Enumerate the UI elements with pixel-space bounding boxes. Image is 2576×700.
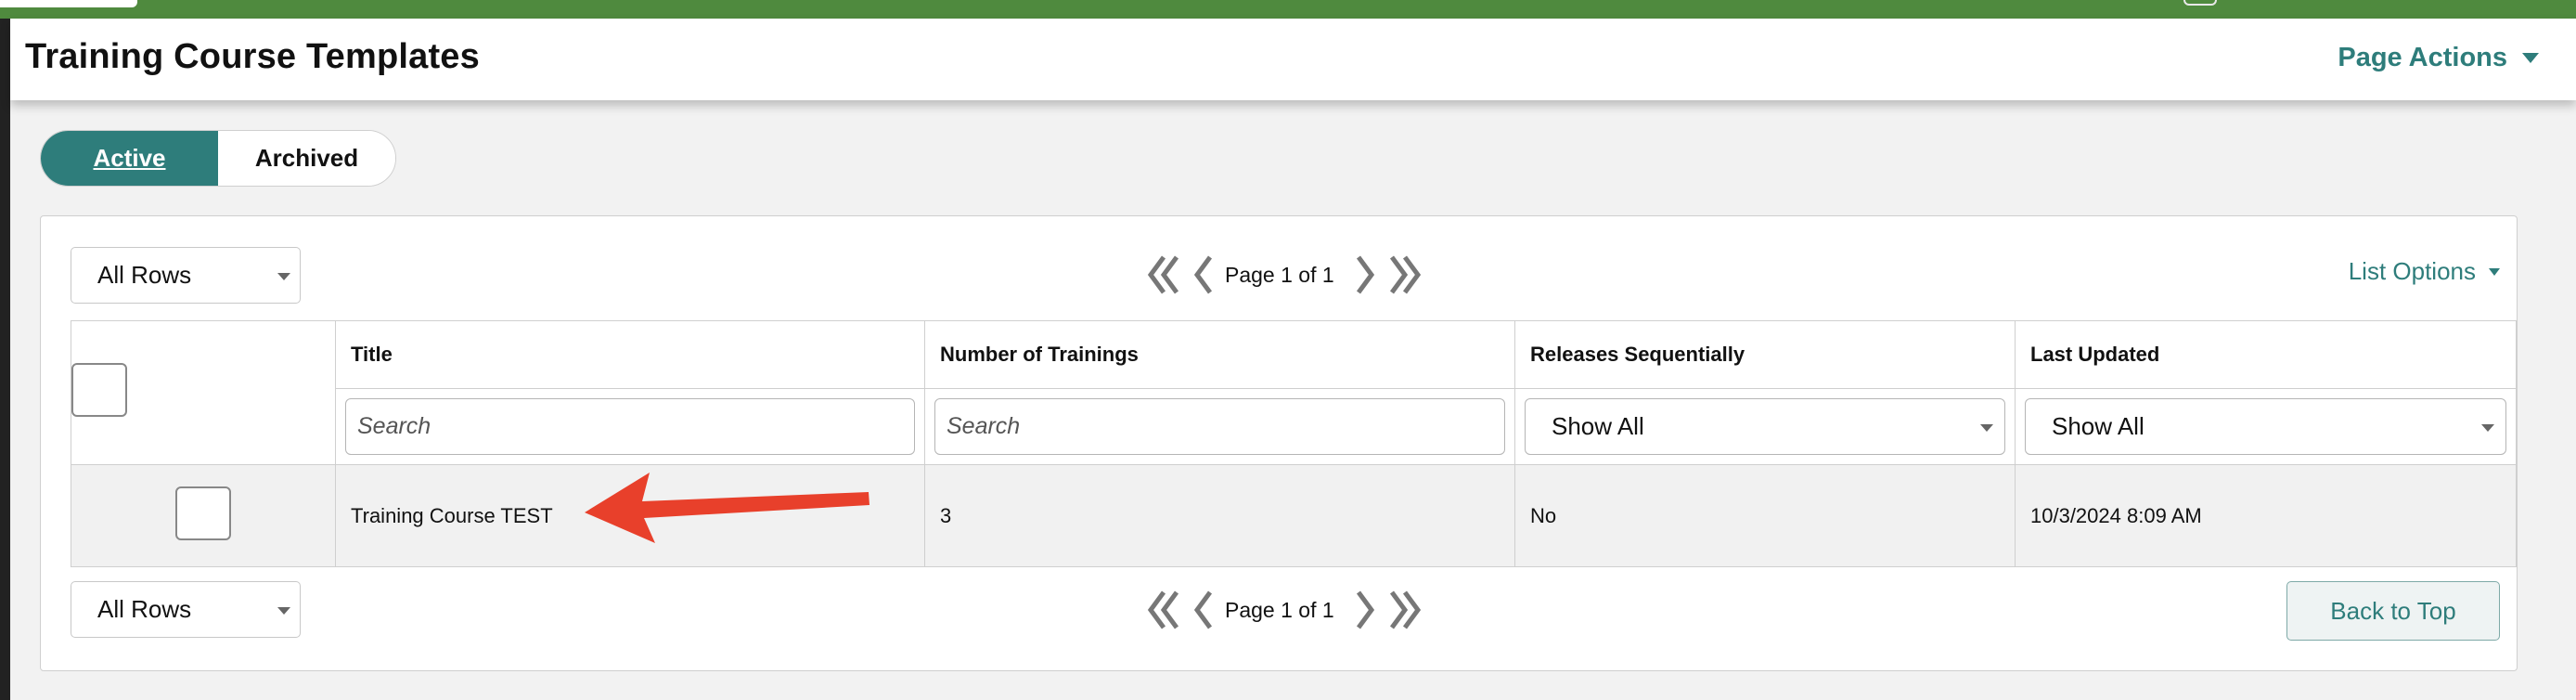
chevron-left-icon <box>1193 255 1213 294</box>
last-updated-filter-select[interactable]: Show All <box>2025 398 2506 455</box>
page-header: Training Course Templates Page Actions <box>10 19 2576 100</box>
chevron-right-icon <box>1356 255 1374 294</box>
next-page-button[interactable] <box>1355 589 1377 631</box>
left-rail <box>0 0 10 700</box>
dropdown-arrow-icon <box>2481 424 2494 432</box>
filter-row: Show All Show All <box>71 388 2517 465</box>
list-panel: All Rows Page 1 of 1 List Options Title … <box>40 215 2518 671</box>
table-row[interactable]: Training Course TEST 3 No 10/3/2024 8:09… <box>71 464 2517 567</box>
user-avatar-icon[interactable] <box>2183 0 2217 6</box>
last-updated-filter-cell: Show All <box>2015 388 2517 465</box>
top-nav-bar <box>0 0 2576 19</box>
column-header-releases-sequentially[interactable]: Releases Sequentially <box>1514 320 2016 389</box>
double-chevron-left-icon <box>1147 590 1179 629</box>
select-all-cell <box>71 320 336 465</box>
title-filter-cell <box>335 388 925 465</box>
last-page-button[interactable] <box>1386 253 1423 296</box>
trainings-filter-cell <box>924 388 1515 465</box>
previous-page-button[interactable] <box>1191 589 1214 631</box>
releases-filter-cell: Show All <box>1514 388 2016 465</box>
pagination-top: Page 1 of 1 <box>1145 253 1423 296</box>
chevron-down-icon <box>2489 267 2500 276</box>
row-select-cell <box>71 464 336 567</box>
releases-filter-select[interactable]: Show All <box>1525 398 2005 455</box>
pagination-bottom: Page 1 of 1 <box>1145 589 1423 631</box>
releases-filter-value: Show All <box>1552 412 1644 440</box>
trainings-search-input[interactable] <box>934 398 1505 455</box>
list-options-menu[interactable]: List Options <box>2349 257 2500 286</box>
red-arrow-annotation-icon <box>585 473 869 543</box>
rows-per-page-select-top[interactable]: All Rows <box>71 247 301 304</box>
chevron-right-icon <box>1356 590 1374 629</box>
dropdown-arrow-icon <box>1980 424 1993 432</box>
row-releases-sequentially: No <box>1514 464 2016 567</box>
double-chevron-right-icon <box>1389 590 1421 629</box>
double-chevron-right-icon <box>1389 255 1421 294</box>
status-toggle: Active Archived <box>40 130 396 187</box>
column-header-title[interactable]: Title <box>335 320 925 389</box>
top-tab-stub[interactable] <box>0 0 137 7</box>
title-search-input[interactable] <box>345 398 915 455</box>
next-page-button[interactable] <box>1355 253 1377 296</box>
first-page-button[interactable] <box>1145 253 1182 296</box>
dropdown-arrow-icon <box>277 607 290 615</box>
course-templates-table: Title Number of Trainings Releases Seque… <box>71 320 2517 567</box>
page-title: Training Course Templates <box>25 37 480 76</box>
row-select-checkbox[interactable] <box>175 486 231 540</box>
pagination-text: Page 1 of 1 <box>1225 262 1334 287</box>
row-number-of-trainings: 3 <box>924 464 1515 567</box>
dropdown-arrow-icon <box>277 273 290 280</box>
rows-per-page-value: All Rows <box>97 595 192 623</box>
row-last-updated: 10/3/2024 8:09 AM <box>2015 464 2517 567</box>
double-chevron-left-icon <box>1147 255 1179 294</box>
chevron-down-icon <box>2522 53 2539 63</box>
pagination-text: Page 1 of 1 <box>1225 597 1334 622</box>
select-all-checkbox[interactable] <box>71 363 127 417</box>
previous-page-button[interactable] <box>1191 253 1214 296</box>
tab-active[interactable]: Active <box>41 131 218 186</box>
list-options-label: List Options <box>2348 257 2476 285</box>
chevron-left-icon <box>1193 590 1213 629</box>
rows-per-page-select-bottom[interactable]: All Rows <box>71 581 301 638</box>
tab-archived[interactable]: Archived <box>218 131 395 186</box>
back-to-top-button[interactable]: Back to Top <box>2286 581 2500 641</box>
page-actions-menu[interactable]: Page Actions <box>2338 43 2539 73</box>
rows-per-page-value: All Rows <box>97 261 192 289</box>
last-updated-filter-value: Show All <box>2052 412 2145 440</box>
column-header-number-of-trainings[interactable]: Number of Trainings <box>924 320 1515 389</box>
table-header-row: Title Number of Trainings Releases Seque… <box>71 320 2517 465</box>
column-header-last-updated[interactable]: Last Updated <box>2015 320 2517 389</box>
first-page-button[interactable] <box>1145 589 1182 631</box>
last-page-button[interactable] <box>1386 589 1423 631</box>
page-actions-label: Page Actions <box>2338 43 2507 72</box>
